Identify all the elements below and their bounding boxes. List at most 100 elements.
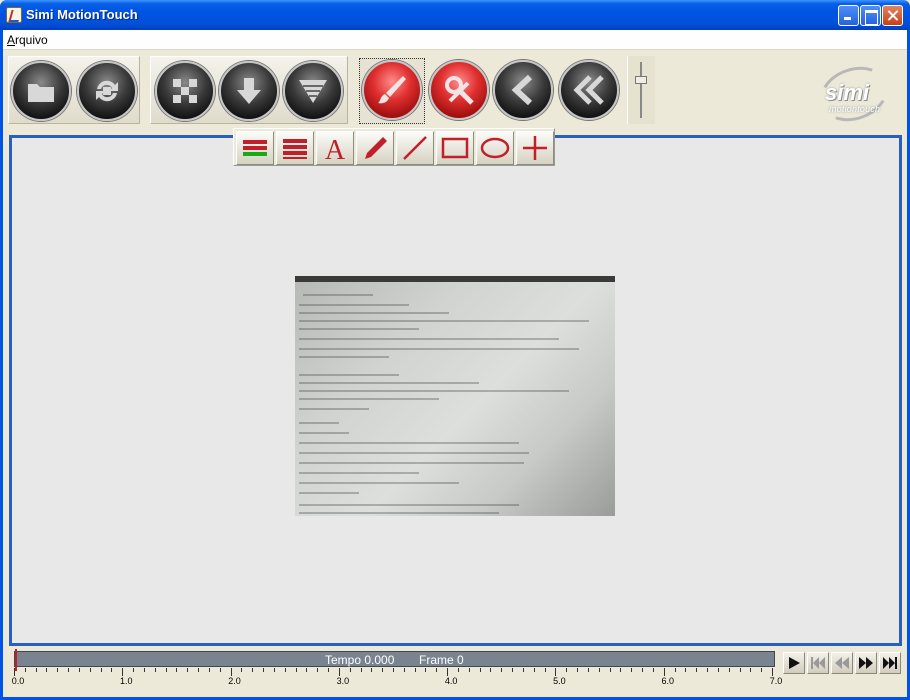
ruler-tick [663,668,665,676]
title-bar[interactable]: Simi MotionTouch [0,0,910,30]
ruler-tick [739,668,741,672]
menu-bar: Arquivo [3,30,907,50]
app-window: Simi MotionTouch Arquivo simi motiontouc… [0,0,910,700]
ruler-tick [328,668,330,672]
ruler-tick [772,668,773,676]
ruler-tick [598,668,600,672]
ruler-tick [89,668,91,672]
ruler-tick [425,668,427,672]
toolbar-file-group [8,56,140,124]
ruler-tick [360,668,362,672]
ruler-tick [490,668,492,672]
client-area: Arquivo simi motiontouch A Tempo 0.000 F… [3,30,907,697]
erase-icon [431,62,487,118]
ruler-tick [707,668,709,672]
ruler-tick [208,668,210,672]
ruler-tick [187,668,189,672]
ruler-tick [609,668,611,672]
ruler-tick [14,668,15,676]
play-button[interactable] [783,652,805,674]
ruler-tick [133,668,135,672]
color-lines-button[interactable] [236,131,274,165]
ruler-tick [230,668,232,676]
menu-arquivo[interactable]: Arquivo [7,33,48,47]
brush-icon [364,62,420,118]
arrow-down-icon [221,63,277,119]
ruler-tick [154,668,156,672]
convert-button[interactable] [77,61,137,121]
frame-label: Frame 0 [419,653,464,667]
line-tool-button[interactable] [396,131,434,165]
skip-end-icon [883,657,897,669]
ruler-tick [273,668,275,672]
maximize-button[interactable] [860,5,881,26]
timeline-bar[interactable]: Tempo 0.000 Frame 0 [14,649,775,671]
close-button[interactable] [882,5,903,26]
text-tool-glyph: A [325,135,346,162]
skip-end-button[interactable] [879,652,901,674]
rewind-toolbar-button[interactable] [559,60,619,120]
ruler-tick [100,668,102,672]
pencil-tool-button[interactable] [356,131,394,165]
ruler-tick [761,668,763,672]
ruler-tick [143,668,145,672]
rectangle-icon [441,137,469,159]
ruler-tick [35,668,37,672]
ruler-tick [728,668,730,672]
chevron-left-icon [495,62,551,118]
slider-thumb[interactable] [635,76,647,84]
download-button[interactable] [219,61,279,121]
ruler-tick [393,668,394,672]
previous-button[interactable] [493,60,553,120]
logo-subtitle: motiontouch [829,104,881,114]
ruler-tick [750,668,752,672]
ruler-tick [111,668,113,672]
video-frame[interactable] [295,276,615,516]
ruler-tick [176,668,178,672]
tempo-label: Tempo 0.000 [325,653,395,667]
ruler-tick [512,668,514,672]
ruler-tick [295,668,297,672]
erase-button[interactable] [429,60,489,120]
minimize-icon [839,6,858,25]
ruler-tick [620,668,622,672]
toolbar-edit-group [359,56,623,124]
ruler-tick [338,668,340,676]
fast-forward-button[interactable] [855,652,877,674]
ruler-tick [555,668,557,676]
open-folder-button[interactable] [11,61,71,121]
logo-word: simi [825,80,870,105]
rewind-button[interactable] [831,652,853,674]
draw-mode-button[interactable] [362,60,422,120]
ruler-tick [674,668,676,672]
color-lines-icon [243,140,267,156]
rectangle-tool-button[interactable] [436,131,474,165]
ruler-label: 4.0 [444,676,458,686]
ruler-tick [522,668,524,672]
fast-forward-icon [859,657,873,669]
ruler-label: 3.0 [336,676,350,686]
folder-icon [13,63,69,119]
toolbar-view-group [150,56,348,124]
ellipse-tool-button[interactable] [476,131,514,165]
grid-view-button[interactable] [155,61,215,121]
ruler-tick [241,668,243,672]
play-icon [789,657,800,669]
ruler-label: 2.0 [228,676,241,686]
filter-button[interactable] [283,61,343,121]
ruler-tick [306,668,308,672]
funnel-icon [285,63,341,119]
double-chevron-left-icon [561,62,617,118]
ruler-tick [652,668,654,672]
ruler-tick [198,668,200,672]
minimize-button[interactable] [838,5,859,26]
crosshair-tool-button[interactable] [516,131,554,165]
ruler-tick [24,668,26,672]
line-weight-button[interactable] [276,131,314,165]
ruler-tick [544,668,546,672]
skip-back-button[interactable] [807,652,829,674]
zoom-slider[interactable] [627,56,655,124]
ruler-tick [219,668,221,672]
text-tool-button[interactable]: A [316,131,354,165]
ruler-tick [165,668,167,672]
